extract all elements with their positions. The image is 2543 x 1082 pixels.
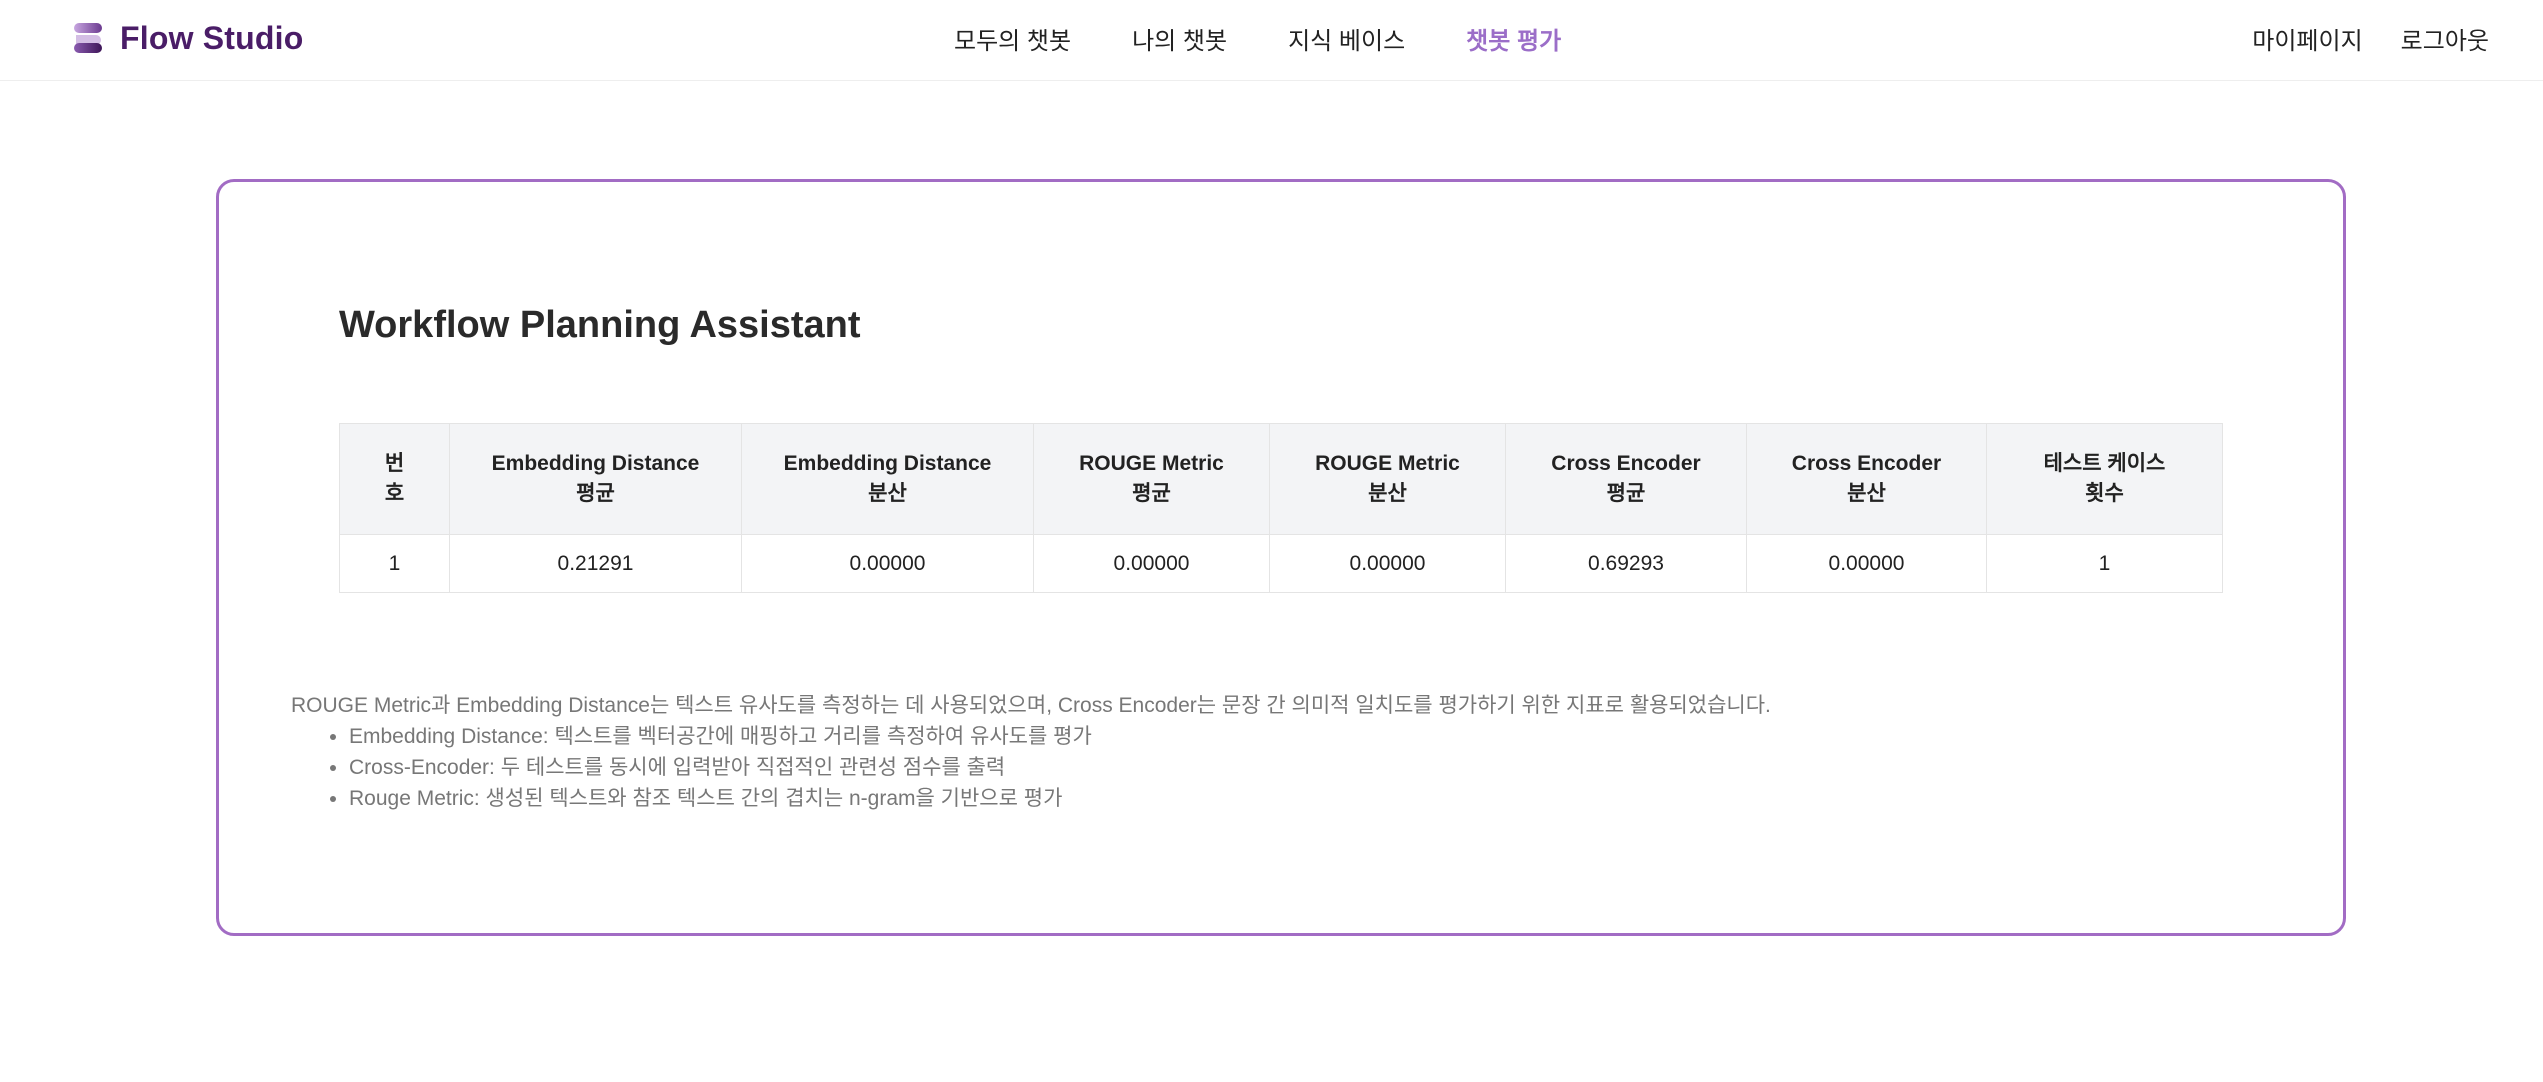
table-cell-number: 1 bbox=[339, 534, 450, 593]
brand-name: Flow Studio bbox=[120, 19, 304, 56]
table-cell-rouge-metric-mean: 0.00000 bbox=[1033, 534, 1270, 593]
metrics-description-list: Embedding Distance: 텍스트를 벡터공간에 매핑하고 거리를 … bbox=[291, 721, 1771, 814]
list-item: Cross-Encoder: 두 테스트를 동시에 입력받아 직접적인 관련성 … bbox=[349, 752, 1771, 783]
table-cell-cross-encoder-mean: 0.69293 bbox=[1505, 534, 1747, 593]
table-cell-embedding-distance-variance: 0.00000 bbox=[741, 534, 1034, 593]
main-nav: 모두의 챗봇 나의 챗봇 지식 베이스 챗봇 평가 bbox=[954, 0, 1622, 76]
metrics-description: ROUGE Metric과 Embedding Distance는 텍스트 유사… bbox=[291, 690, 1771, 814]
table-row: 1 0.21291 0.00000 0.00000 0.00000 0.6929… bbox=[339, 534, 2223, 593]
list-item: Embedding Distance: 텍스트를 벡터공간에 매핑하고 거리를 … bbox=[349, 721, 1771, 752]
evaluation-card: Workflow Planning Assistant 번 호 Embeddin… bbox=[216, 179, 2346, 936]
list-item: Rouge Metric: 생성된 텍스트와 참조 텍스트 간의 겹치는 n-g… bbox=[349, 783, 1771, 814]
logout-link[interactable]: 로그아웃 bbox=[2401, 21, 2489, 56]
metrics-description-intro: ROUGE Metric과 Embedding Distance는 텍스트 유사… bbox=[291, 694, 1771, 717]
table-cell-rouge-metric-variance: 0.00000 bbox=[1269, 534, 1506, 593]
stacked-layers-logo-icon bbox=[74, 23, 102, 53]
table-cell-cross-encoder-variance: 0.00000 bbox=[1746, 534, 1987, 593]
column-header-cross-encoder-variance: Cross Encoder 분산 bbox=[1746, 423, 1987, 535]
table-cell-test-case-count: 1 bbox=[1986, 534, 2223, 593]
column-header-rouge-metric-variance: ROUGE Metric 분산 bbox=[1269, 423, 1506, 535]
table-cell-embedding-distance-mean: 0.21291 bbox=[449, 534, 742, 593]
column-header-rouge-metric-mean: ROUGE Metric 평균 bbox=[1033, 423, 1270, 535]
top-navigation-bar: Flow Studio 모두의 챗봇 나의 챗봇 지식 베이스 챗봇 평가 마이… bbox=[0, 0, 2543, 81]
column-header-embedding-distance-mean: Embedding Distance 평균 bbox=[449, 423, 742, 535]
column-header-number: 번 호 bbox=[339, 423, 450, 535]
column-header-embedding-distance-variance: Embedding Distance 분산 bbox=[741, 423, 1034, 535]
nav-item-my-chatbots[interactable]: 나의 챗봇 bbox=[1132, 21, 1227, 56]
column-header-test-case-count: 테스트 케이스 횟수 bbox=[1986, 423, 2223, 535]
nav-item-chatbot-evaluation[interactable]: 챗봇 평가 bbox=[1466, 21, 1561, 56]
nav-item-all-chatbots[interactable]: 모두의 챗봇 bbox=[954, 21, 1071, 56]
brand[interactable]: Flow Studio bbox=[70, 18, 304, 58]
page-title: Workflow Planning Assistant bbox=[339, 304, 861, 346]
mypage-link[interactable]: 마이페이지 bbox=[2252, 21, 2362, 56]
table-header-row: 번 호 Embedding Distance 평균 Embedding Dist… bbox=[339, 423, 2223, 535]
nav-item-knowledge-base[interactable]: 지식 베이스 bbox=[1288, 21, 1405, 56]
evaluation-results-table: 번 호 Embedding Distance 평균 Embedding Dist… bbox=[339, 423, 2223, 593]
column-header-cross-encoder-mean: Cross Encoder 평균 bbox=[1505, 423, 1747, 535]
user-menu: 마이페이지 로그아웃 bbox=[2214, 0, 2489, 76]
